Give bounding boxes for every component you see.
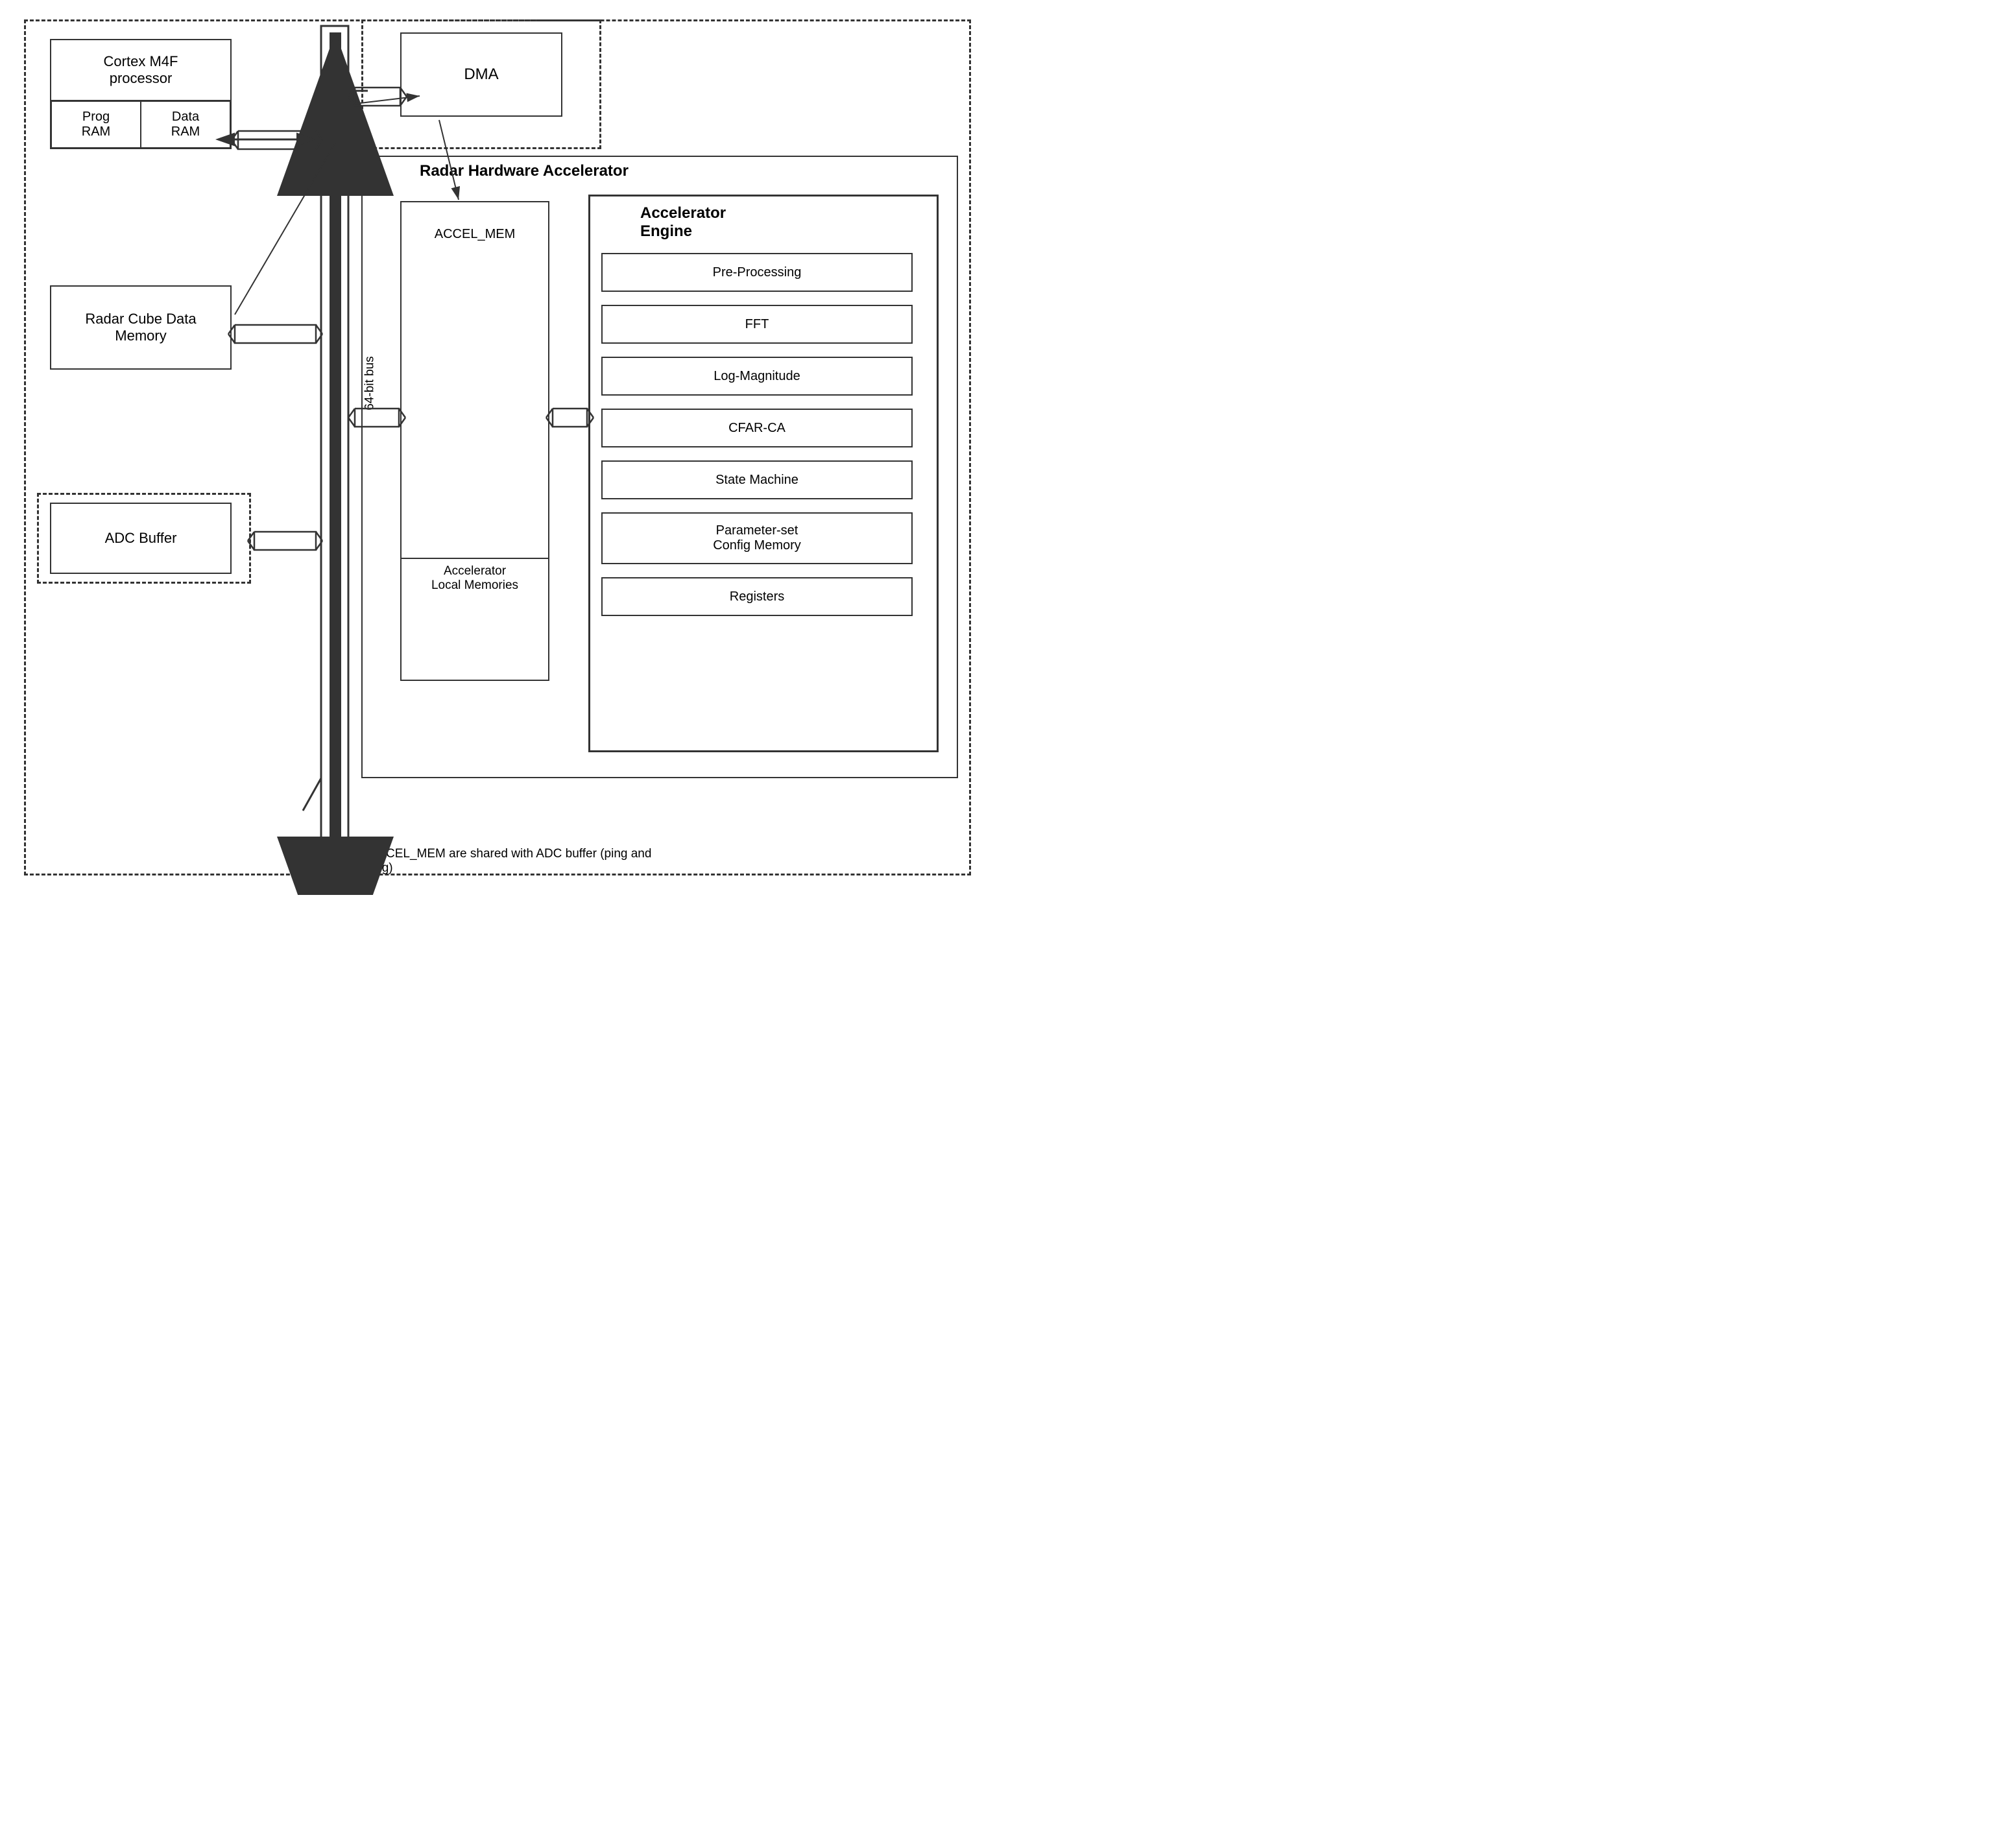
log-magnitude-box: Log-Magnitude [601,357,913,396]
fft-box: FFT [601,305,913,344]
data-ram-box: DataRAM [141,101,230,148]
registers-box: Registers [601,577,913,616]
cortex-sub-section: ProgRAM DataRAM [51,101,230,148]
cortex-m4f-box: Cortex M4Fprocessor ProgRAM DataRAM [50,39,232,149]
dma-box: DMA [400,32,562,117]
state-machine-box: State Machine [601,460,913,499]
accel-mem-box [400,201,549,681]
bus-label: 64-bit bus [363,356,378,410]
prog-ram-box: ProgRAM [51,101,141,148]
adc-buffer-label: ADC Buffer [105,530,177,547]
footnote: * ACCEL_MEM are shared with ADC buffer (… [361,847,686,875]
dma-label: DMA [464,65,498,84]
radar-cube-box: Radar Cube DataMemory [50,285,232,370]
accel-mem-divider [400,558,549,559]
accelerator-engine-title: AcceleratorEngine [640,204,726,241]
cortex-title: Cortex M4Fprocessor [51,40,230,101]
adc-buffer-box: ADC Buffer [50,503,232,574]
radar-cube-label: Radar Cube DataMemory [85,311,196,344]
accel-local-label: AcceleratorLocal Memories [407,564,543,593]
diagram-container: Cortex M4Fprocessor ProgRAM DataRAM Rada… [18,13,990,895]
pre-processing-box: Pre-Processing [601,253,913,292]
rha-title: Radar Hardware Accelerator [420,162,629,180]
cfar-ca-box: CFAR-CA [601,409,913,447]
param-config-box: Parameter-setConfig Memory [601,512,913,564]
accel-mem-label: ACCEL_MEM [407,227,543,242]
